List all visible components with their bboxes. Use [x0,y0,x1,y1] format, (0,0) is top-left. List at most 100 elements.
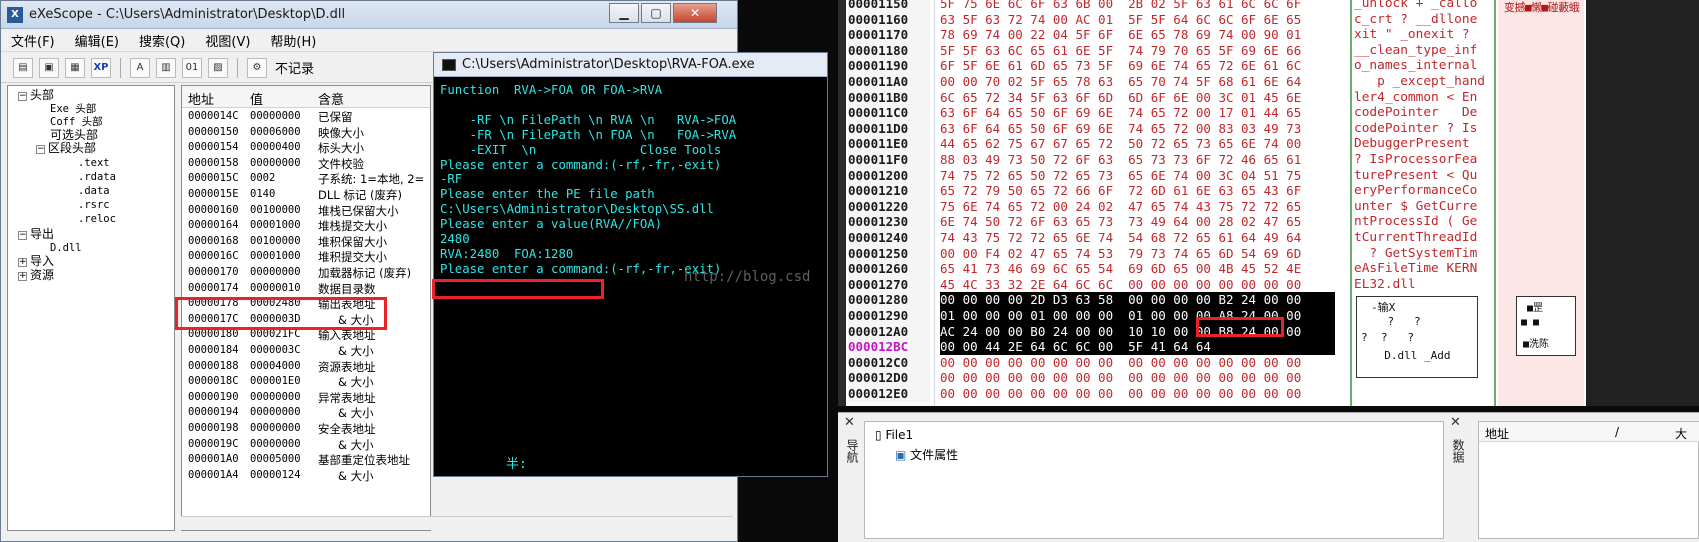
tree-node-resource[interactable]: + 资源 [18,268,54,282]
menu-search[interactable]: 搜索(Q) [139,31,185,50]
table-row[interactable]: 00000154 00000400 标头大小 [182,140,430,156]
hex-bytes[interactable]: 00 00 00 00 2D D3 63 58 00 00 00 00 B2 2… [940,292,1335,308]
data-properties[interactable]: 地址 / 大 [1478,421,1699,539]
bitmap-icon[interactable]: ▨ [208,57,228,78]
menu-edit[interactable]: 编辑(E) [75,31,119,50]
hex-ascii[interactable]: eAsFileTime KERN [1354,261,1492,277]
table-row[interactable]: 00000158 00000000 文件校验 [182,156,430,172]
hex-ascii[interactable]: c_crt ? __dllone [1354,12,1492,28]
tree-node-export-dll[interactable]: D.dll [50,241,82,255]
tree-node-section[interactable]: .rsrc [78,198,110,212]
collapse-icon[interactable]: − [18,92,27,101]
expand-icon[interactable]: + [18,272,27,281]
hex-ascii[interactable]: DebuggerPresent [1354,136,1492,152]
tree-node-section[interactable]: .reloc [78,212,116,226]
table-row[interactable]: 00000150 00006000 映像大小 [182,125,430,141]
hex-bytes[interactable]: 75 6E 74 65 72 00 24 02 47 65 74 43 75 7… [940,199,1335,215]
hex-ascii[interactable]: ler4_common < En [1354,90,1492,106]
tree-node-header[interactable]: − 头部 [18,88,54,102]
hex-bytes[interactable]: 00 00 44 2E 64 6C 6C 00 5F 41 64 64 [940,339,1335,355]
table-row[interactable]: 0000014C 00000000 已保留 [182,109,430,125]
column-size[interactable]: 大 [1675,425,1687,442]
console-titlebar[interactable]: C:\Users\Administrator\Desktop\RVA-FOA.e… [434,53,827,77]
table-row[interactable]: 0000019C 00000000 & 大小 [182,437,430,453]
table-row[interactable]: 00000170 00000000 加载器标记 (废弃) [182,265,430,281]
hex-bytes[interactable]: 5F 75 6E 6C 6F 63 6B 00 2B 02 5F 63 61 6… [940,0,1335,12]
hex-ascii[interactable]: unter $ GetCurre [1354,199,1492,215]
hex-bytes[interactable]: 65 72 79 50 65 72 66 6F 72 6D 61 6E 63 6… [940,183,1335,199]
hex-bytes[interactable]: 88 03 49 73 50 72 6F 63 65 73 73 6F 72 4… [940,152,1335,168]
hex-bytes[interactable]: 63 6F 64 65 50 6F 69 6E 74 65 72 00 17 0… [940,105,1335,121]
file-tree[interactable]: ▯ File1 ▣ 文件属性 [864,421,1444,539]
hex-ascii[interactable]: codePointer De [1354,105,1492,121]
hex-bytes[interactable]: 6F 5F 6E 61 6D 65 73 5F 69 6E 74 65 72 6… [940,58,1335,74]
hex-ascii[interactable]: p _except_hand [1354,74,1492,90]
file-properties-node[interactable]: ▣ 文件属性 [895,446,958,463]
hex-ascii[interactable]: __clean_type_inf [1354,43,1492,59]
dialog-icon[interactable]: ▥ [156,57,176,78]
hex-bytes[interactable]: 74 75 72 65 50 72 65 73 65 6E 74 00 3C 0… [940,168,1335,184]
hex-bytes[interactable]: 78 69 74 00 22 04 5F 6F 6E 65 78 69 74 0… [940,27,1335,43]
collapse-icon[interactable]: − [18,231,27,240]
column-address[interactable]: 地址 [188,89,214,108]
xp-icon[interactable]: XP [91,57,111,78]
tree-node-export[interactable]: − 导出 [18,227,54,241]
table-row[interactable]: 00000188 00004000 资源表地址 [182,359,430,375]
save-icon[interactable]: ▦ [65,57,85,78]
nav-tab[interactable]: 导航 [844,439,861,463]
nolog-label[interactable]: 不记录 [275,58,314,77]
minimize-button[interactable]: ▁ [609,3,639,23]
hex-bytes[interactable]: 00 00 00 00 00 00 00 00 00 00 00 00 00 0… [940,370,1335,386]
hex-ascii[interactable]: ntProcessId ( Ge [1354,214,1492,230]
hex-ascii[interactable]: codePointer ? Is [1354,121,1492,137]
tree-node-section[interactable]: .text [78,156,110,170]
table-row[interactable]: 00000194 00000000 & 大小 [182,405,430,421]
hex-bytes[interactable]: 74 43 75 72 72 65 6E 74 54 68 72 65 61 6… [940,230,1335,246]
close-nav-icon[interactable]: ✕ [844,415,855,430]
hex-ascii[interactable]: tCurrentThreadId [1354,230,1492,246]
tree-node-section[interactable]: .rdata [78,170,116,184]
tree-node-optional-header[interactable]: 可选头部 [50,128,98,142]
table-row[interactable]: 00000174 00000010 数据目录数 [182,281,430,297]
column-meaning[interactable]: 含意 [318,89,344,108]
horizontal-scrollbar[interactable] [181,516,733,530]
hex-ascii[interactable]: xit " _onexit ? [1354,27,1492,43]
open-file-icon[interactable]: ▤ [13,57,33,78]
tree-node-section[interactable]: .data [78,184,110,198]
maximize-button[interactable]: ▢ [641,3,671,23]
data-tab[interactable]: 数据 [1450,439,1467,463]
table-row[interactable]: 0000015E 0140 DLL 标记 (废弃) [182,187,430,203]
table-row[interactable]: 0000016C 00001000 堆积提交大小 [182,249,430,265]
table-row[interactable]: 00000184 0000003C & 大小 [182,343,430,359]
table-row[interactable]: 00000198 00000000 安全表地址 [182,421,430,437]
menu-view[interactable]: 视图(V) [205,31,250,50]
expand-icon[interactable]: + [18,258,27,267]
hex-ascii[interactable]: ? IsProcessorFea [1354,152,1492,168]
hex-bytes[interactable]: 63 6F 64 65 50 6F 69 6E 74 65 72 00 83 0… [940,121,1335,137]
hex-bytes[interactable]: 44 65 62 75 67 67 65 72 50 72 65 73 65 6… [940,136,1335,152]
close-data-icon[interactable]: ✕ [1450,415,1461,430]
table-row[interactable]: 000001A4 00000124 & 大小 [182,468,430,484]
hex-bytes[interactable]: 45 4C 33 32 2E 64 6C 6C 00 00 00 00 00 0… [940,277,1335,293]
column-value[interactable]: 值 [250,89,263,108]
table-row[interactable]: 00000168 00100000 堆积保留大小 [182,234,430,250]
resource-tree[interactable]: − 头部 Exe 头部 Coff 头部 可选头部 − 区段头部 .text .rda… [7,85,175,531]
hex-bytes[interactable]: 63 5F 63 72 74 00 AC 01 5F 5F 64 6C 6C 6… [940,12,1335,28]
tree-node-exe-header[interactable]: Exe 头部 [50,102,96,116]
hex-bytes[interactable]: 00 00 F4 02 47 65 74 53 79 73 74 65 6D 5… [940,246,1335,262]
table-row[interactable]: 0000018C 000001E0 & 大小 [182,374,430,390]
table-row[interactable]: 0000015C 0002 子系统: 1=本地, 2= [182,171,430,187]
table-row[interactable]: 00000160 00100000 堆栈已保留大小 [182,203,430,219]
menu-help[interactable]: 帮助(H) [270,31,316,50]
menu-file[interactable]: 文件(F) [11,31,55,50]
nolog-icon[interactable]: ⚙ [247,57,267,78]
hex-bytes[interactable]: 00 00 00 00 00 00 00 00 00 00 00 00 00 0… [940,355,1335,371]
column-address[interactable]: 地址 [1485,425,1509,442]
hex-bytes[interactable]: 00 00 70 02 5F 65 78 63 65 70 74 5F 68 6… [940,74,1335,90]
hex-ascii[interactable]: _unlock + _callo [1354,0,1492,12]
close-button[interactable]: ✕ [673,3,717,23]
tree-node-import[interactable]: + 导入 [18,254,54,268]
table-row[interactable]: 00000190 00000000 异常表地址 [182,390,430,406]
export-icon[interactable]: ▣ [39,57,59,78]
hex-bytes[interactable]: 65 41 73 46 69 6C 65 54 69 6D 65 00 4B 4… [940,261,1335,277]
